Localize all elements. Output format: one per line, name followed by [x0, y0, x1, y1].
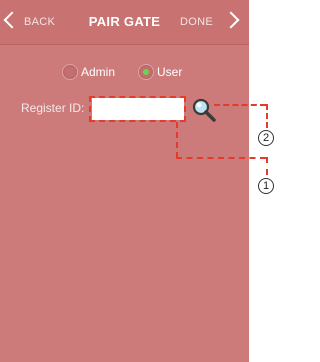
search-icon	[192, 98, 216, 122]
callout-2-leader-vertical	[266, 104, 268, 128]
radio-selected-dot	[143, 69, 149, 75]
callout-1-leader-vertical	[266, 157, 268, 175]
app-screen: BACK PAIR GATE DONE Admin User Register …	[0, 0, 249, 362]
callout-1-marker: 1	[258, 178, 274, 194]
user-radio[interactable]	[138, 64, 154, 80]
admin-radio-label[interactable]: Admin	[81, 65, 115, 79]
search-button[interactable]	[191, 97, 217, 123]
done-button[interactable]: DONE	[180, 16, 213, 28]
callout-1-leader-vertical-short	[176, 122, 178, 158]
callout-2-leader	[214, 104, 266, 106]
callout-2-marker: 2	[258, 130, 274, 146]
role-selector: Admin User	[0, 62, 249, 82]
callout-1-leader	[176, 157, 266, 159]
admin-radio[interactable]	[62, 64, 78, 80]
user-radio-label[interactable]: User	[157, 65, 182, 79]
register-id-input[interactable]	[92, 98, 184, 120]
header-bar: BACK PAIR GATE DONE	[0, 0, 249, 45]
register-id-label: Register ID:	[21, 101, 85, 115]
